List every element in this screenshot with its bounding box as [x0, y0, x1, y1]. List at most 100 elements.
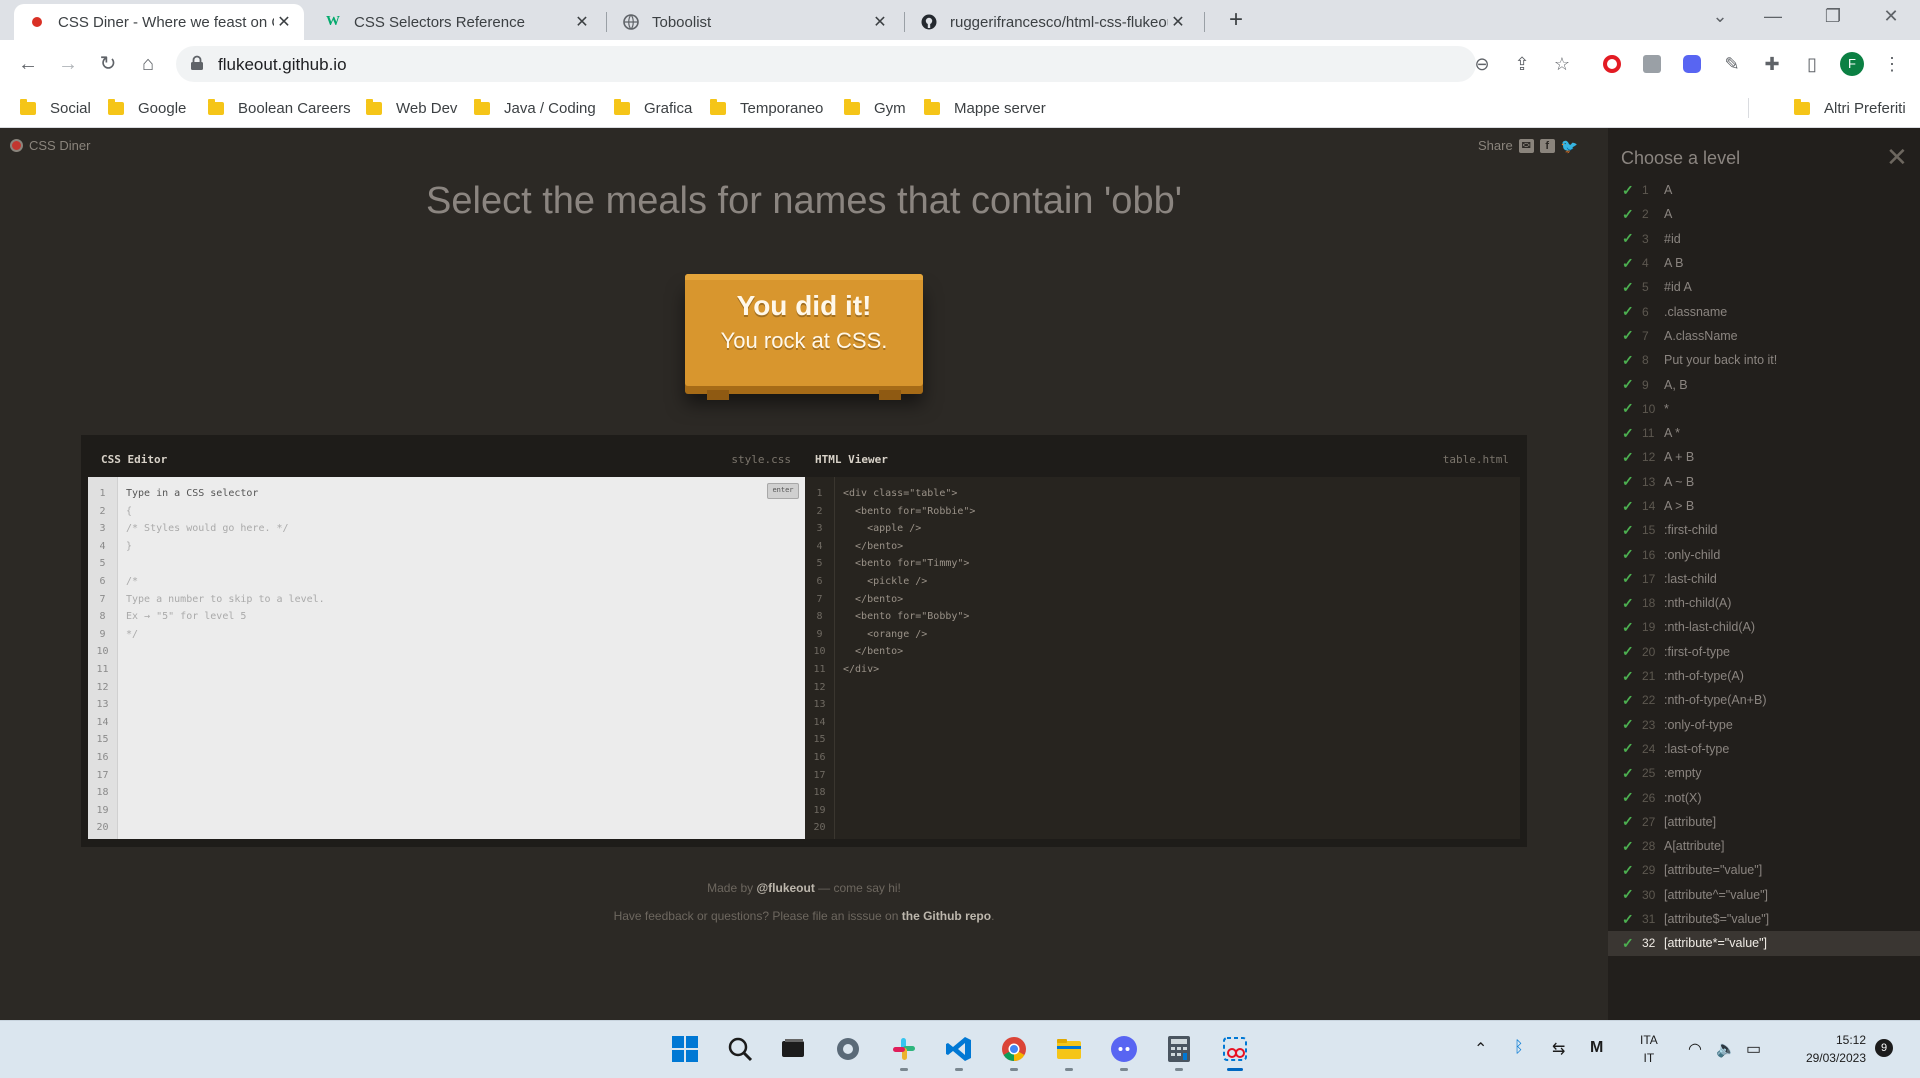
zoom-out-icon[interactable]: ⊖ — [1470, 52, 1494, 76]
back-arrow-icon[interactable]: ← — [14, 50, 42, 78]
tab-css-diner[interactable]: CSS Diner - Where we feast on CSS ✕ — [14, 4, 304, 40]
bookmark-folder-mappe-server[interactable]: Mappe server — [924, 96, 1046, 120]
level-item[interactable]: ✓ 5 #id A — [1608, 275, 1920, 299]
level-item[interactable]: ✓ 31 [attribute$="value"] — [1608, 907, 1920, 931]
discord-extension-icon[interactable] — [1680, 52, 1704, 76]
network-sync-icon[interactable]: ⇆ — [1552, 1039, 1565, 1059]
snipping-tool-icon[interactable] — [1217, 1031, 1253, 1071]
bookmark-folder-google[interactable]: Google — [108, 96, 186, 120]
bookmark-folder-grafica[interactable]: Grafica — [614, 96, 692, 120]
level-item[interactable]: ✓ 18:nth-child(A) — [1608, 591, 1920, 615]
html-code-line[interactable]: <bento for="Robbie"> — [843, 503, 975, 521]
mail-app-icon[interactable]: M — [1590, 1039, 1603, 1057]
tab-github-repo[interactable]: ruggerifrancesco/html-css-flukeout ✕ — [906, 4, 1198, 40]
close-icon[interactable]: ✕ — [572, 12, 592, 32]
calculator-icon[interactable] — [1161, 1031, 1197, 1071]
github-repo-link[interactable]: the Github repo — [902, 909, 991, 923]
css-input[interactable]: Type in a CSS selector {/* Styles would g… — [126, 485, 325, 643]
level-item[interactable]: ✓ 13 A ~ B — [1608, 470, 1920, 494]
slack-icon[interactable] — [886, 1031, 922, 1071]
kebab-menu-icon[interactable]: ⋮ — [1880, 52, 1904, 76]
minimize-icon[interactable]: — — [1758, 6, 1788, 27]
html-code-line[interactable]: </bento> — [843, 591, 975, 609]
level-item[interactable]: ✓ 9 A, B — [1608, 372, 1920, 396]
tab-css-selectors-reference[interactable]: W CSS Selectors Reference ✕ — [310, 4, 602, 40]
html-code-line[interactable]: </bento> — [843, 538, 975, 556]
level-item[interactable]: ✓ 2 A — [1608, 202, 1920, 226]
level-item[interactable]: ✓ 1 A — [1608, 178, 1920, 202]
level-item[interactable]: ✓ 16:only-child — [1608, 542, 1920, 566]
level-item[interactable]: ✓ 12 A + B — [1608, 445, 1920, 469]
settings-icon[interactable] — [830, 1031, 866, 1067]
level-item[interactable]: ✓ 27 [attribute] — [1608, 810, 1920, 834]
level-item[interactable]: ✓ 11 A * — [1608, 421, 1920, 445]
notification-badge[interactable]: 9 — [1875, 1039, 1893, 1057]
wifi-icon[interactable]: ◠ — [1688, 1039, 1702, 1059]
level-item[interactable]: ✓ 32 [attribute*="value"] — [1608, 931, 1920, 956]
level-item[interactable]: ✓ 21:nth-of-type(A) — [1608, 664, 1920, 688]
language-indicator[interactable]: ITA IT — [1640, 1031, 1658, 1067]
html-code-line[interactable]: <apple /> — [843, 520, 975, 538]
close-icon[interactable]: ✕ — [870, 12, 890, 32]
level-item[interactable]: ✓ 14 A > B — [1608, 494, 1920, 518]
html-code-line[interactable]: </div> — [843, 661, 975, 679]
level-item[interactable]: ✓ 7 A.className — [1608, 324, 1920, 348]
tab-toboolist[interactable]: Toboolist ✕ — [608, 4, 900, 40]
html-code-line[interactable]: <bento for="Timmy"> — [843, 555, 975, 573]
flukeout-link[interactable]: @flukeout — [756, 881, 814, 895]
level-item[interactable]: ✓ 15:first-child — [1608, 518, 1920, 542]
close-icon[interactable]: ✕ — [1886, 142, 1908, 173]
level-item[interactable]: ✓ 22:nth-of-type(An+B) — [1608, 688, 1920, 712]
extension-icon[interactable] — [1640, 52, 1664, 76]
tab-search-icon[interactable]: ⌄ — [1705, 6, 1735, 27]
level-item[interactable]: ✓ 3 #id — [1608, 227, 1920, 251]
html-code-line[interactable]: </bento> — [843, 643, 975, 661]
discord-icon[interactable] — [1106, 1031, 1142, 1071]
level-item[interactable]: ✓ 25:empty — [1608, 761, 1920, 785]
window-close-icon[interactable]: ✕ — [1876, 6, 1906, 27]
twitter-icon[interactable]: 🐦 — [1561, 139, 1578, 153]
bookmark-folder-other[interactable]: Altri Preferiti — [1794, 96, 1906, 120]
restore-icon[interactable]: ❐ — [1818, 6, 1848, 27]
task-view-icon[interactable] — [775, 1031, 811, 1067]
bookmark-folder-java-coding[interactable]: Java / Coding — [474, 96, 596, 120]
forward-arrow-icon[interactable]: → — [54, 50, 82, 78]
enter-button[interactable]: enter — [767, 483, 799, 499]
level-item[interactable]: ✓ 23:only-of-type — [1608, 713, 1920, 737]
volume-icon[interactable]: 🔈 — [1716, 1039, 1736, 1059]
html-code-line[interactable]: <div class="table"> — [843, 485, 975, 503]
html-code-line[interactable]: <pickle /> — [843, 573, 975, 591]
windows-start-icon[interactable] — [667, 1031, 703, 1067]
bookmark-star-icon[interactable]: ☆ — [1550, 52, 1574, 76]
reload-icon[interactable]: ↻ — [94, 50, 122, 78]
level-item[interactable]: ✓ 4 A B — [1608, 251, 1920, 275]
level-item[interactable]: ✓ 28 A[attribute] — [1608, 834, 1920, 858]
level-item[interactable]: ✓ 19:nth-last-child(A) — [1608, 615, 1920, 639]
level-item[interactable]: ✓ 29 [attribute="value"] — [1608, 858, 1920, 882]
level-item[interactable]: ✓ 24:last-of-type — [1608, 737, 1920, 761]
level-item[interactable]: ✓ 30 [attribute^="value"] — [1608, 883, 1920, 907]
level-item[interactable]: ✓ 8 Put your back into it! — [1608, 348, 1920, 372]
chevron-up-icon[interactable]: ⌃ — [1474, 1039, 1487, 1059]
eyedropper-icon[interactable]: ✎ — [1720, 52, 1744, 76]
css-editor[interactable]: 1 2 3 4 5 6 7 8 9 10 11 12 13 14 15 16 17 18 19 20 Type in … — [88, 477, 805, 839]
facebook-icon[interactable]: f — [1539, 138, 1555, 153]
email-icon[interactable]: ✉ — [1518, 138, 1534, 153]
share-page-icon[interactable]: ⇪ — [1510, 52, 1534, 76]
level-item[interactable]: ✓ 17:last-child — [1608, 567, 1920, 591]
bluetooth-icon[interactable]: ᛒ — [1514, 1039, 1524, 1057]
bookmark-folder-temporaneo[interactable]: Temporaneo — [710, 96, 823, 120]
close-icon[interactable]: ✕ — [274, 12, 294, 32]
level-item[interactable]: ✓ 26:not(X) — [1608, 785, 1920, 809]
bookmark-folder-social[interactable]: Social — [20, 96, 91, 120]
system-clock[interactable]: 15:12 29/03/2023 — [1786, 1031, 1866, 1067]
side-panel-icon[interactable]: ▯ — [1800, 52, 1824, 76]
profile-avatar[interactable]: F — [1840, 52, 1864, 76]
file-explorer-icon[interactable] — [1051, 1031, 1087, 1071]
new-tab-button[interactable]: + — [1222, 6, 1250, 34]
level-item[interactable]: ✓ 6 .classname — [1608, 299, 1920, 323]
home-icon[interactable]: ⌂ — [134, 50, 162, 78]
html-code-line[interactable]: <bento for="Bobby"> — [843, 608, 975, 626]
address-bar[interactable]: flukeout.github.io — [176, 46, 1476, 82]
bookmark-folder-boolean-careers[interactable]: Boolean Careers — [208, 96, 351, 120]
